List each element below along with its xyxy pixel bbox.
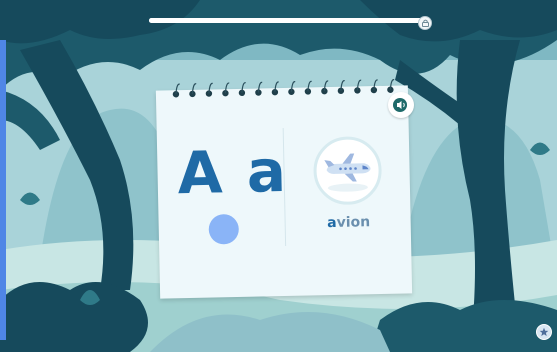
lock-button[interactable]	[418, 16, 432, 30]
letter-display: A a	[177, 136, 289, 208]
uppercase-letter: A	[176, 138, 226, 208]
letter-dot[interactable]	[208, 213, 240, 245]
binder-rings	[172, 79, 395, 98]
airplane-picture[interactable]	[312, 135, 383, 206]
sound-button[interactable]	[388, 92, 414, 118]
progress-fill	[149, 18, 422, 23]
game-stage: A a avion	[0, 0, 557, 352]
word-label: avion	[318, 214, 378, 231]
word-first-letter: a	[327, 214, 337, 232]
progress-track	[149, 18, 427, 23]
left-edge-strip	[0, 40, 6, 340]
airplane-icon	[324, 153, 371, 192]
lock-icon	[421, 19, 429, 27]
word-rest: vion	[336, 214, 371, 231]
star-icon	[539, 327, 549, 336]
speaker-icon	[393, 98, 407, 112]
star-button[interactable]	[536, 324, 552, 340]
flashcard: A a avion	[155, 79, 413, 299]
